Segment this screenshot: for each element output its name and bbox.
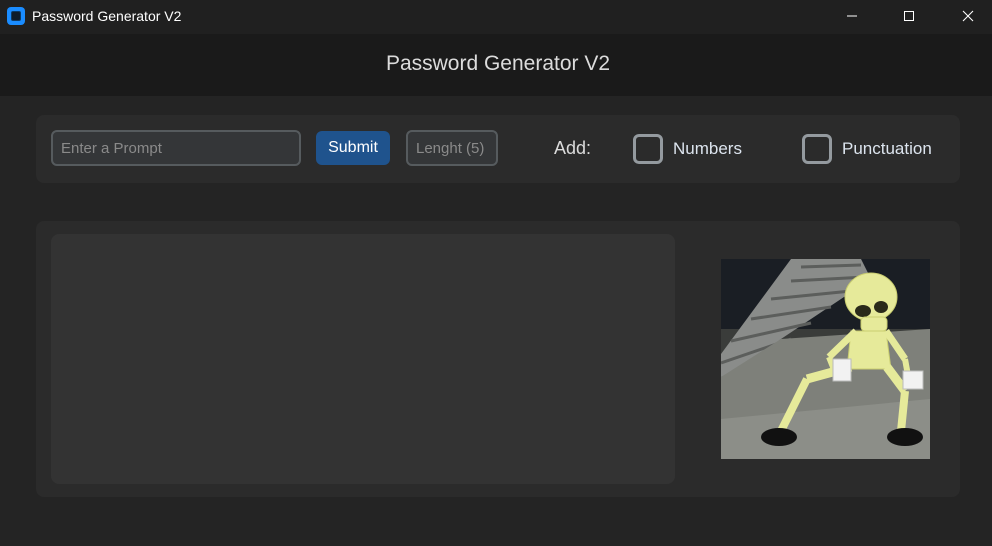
numbers-checkbox-label: Numbers: [673, 139, 742, 158]
password-output-textbox[interactable]: [51, 234, 675, 484]
maximize-button[interactable]: [886, 0, 932, 32]
minimize-icon: [847, 15, 857, 17]
app-header: Password Generator V2: [0, 34, 992, 96]
close-icon: [962, 10, 974, 22]
output-panel: [36, 221, 960, 497]
submit-button[interactable]: Submit: [316, 131, 390, 165]
prompt-input[interactable]: [51, 130, 301, 166]
page-title: Password Generator V2: [385, 52, 611, 75]
app-window: Password Generator V2 Password Generator…: [0, 0, 992, 546]
close-button[interactable]: [945, 0, 991, 32]
controls-panel: Submit Add: Numbers Punctuation: [36, 115, 960, 183]
dancing-skeleton-image: [721, 259, 930, 459]
minimize-button[interactable]: [829, 0, 875, 32]
window-title: Password Generator V2: [32, 8, 182, 24]
punctuation-checkbox-label: Punctuation: [842, 139, 932, 158]
checkbox-box[interactable]: [633, 134, 663, 164]
numbers-checkbox[interactable]: Numbers: [633, 134, 742, 164]
add-label: Add:: [554, 138, 592, 158]
main-content: Submit Add: Numbers Punctuation: [0, 96, 992, 546]
app-icon: [7, 7, 25, 25]
checkbox-box[interactable]: [802, 134, 832, 164]
punctuation-checkbox[interactable]: Punctuation: [802, 134, 932, 164]
title-bar[interactable]: Password Generator V2: [0, 0, 992, 34]
maximize-icon: [904, 11, 914, 21]
length-input[interactable]: [406, 130, 498, 166]
